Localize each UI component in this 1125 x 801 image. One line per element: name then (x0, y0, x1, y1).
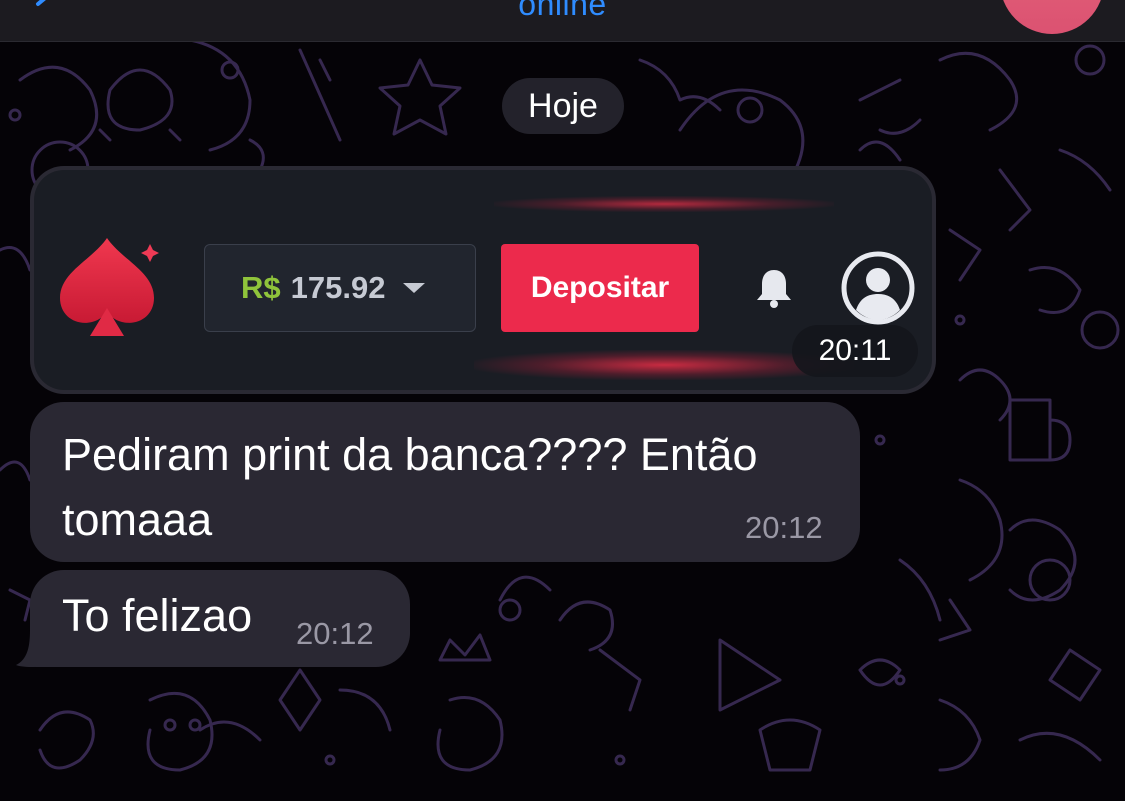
chat-screen: online Hoje R$ 175.92 Depositar 20:11 Pe… (0, 0, 1125, 801)
message-time: 20:11 (792, 325, 918, 377)
balance-amount: 175.92 (290, 270, 386, 305)
screenshot-image[interactable]: R$ 175.92 Depositar 20:11 (34, 170, 932, 390)
text-message[interactable]: To felizao 20:12 (30, 570, 410, 667)
contact-status: online (518, 0, 607, 22)
balance-dropdown[interactable]: R$ 175.92 (204, 244, 476, 332)
deposit-button[interactable]: Depositar (501, 244, 699, 332)
image-message[interactable]: R$ 175.92 Depositar 20:11 (30, 166, 936, 394)
date-separator: Hoje (502, 78, 624, 134)
text-message[interactable]: Pediram print da banca???? Então tomaaa … (30, 402, 860, 562)
message-text: To felizao (62, 590, 253, 641)
glow-decoration (494, 196, 834, 212)
caret-down-icon (403, 283, 426, 293)
bell-icon[interactable] (754, 266, 794, 308)
message-time: 20:12 (745, 510, 823, 545)
chat-header: online (0, 0, 1125, 42)
message-text: Pediram print da banca???? Então tomaaa (62, 429, 758, 545)
message-time: 20:12 (296, 616, 374, 651)
user-circle-icon[interactable] (840, 250, 916, 326)
spade-icon (60, 238, 159, 336)
contact-avatar[interactable] (1000, 0, 1104, 34)
currency-symbol: R$ (241, 270, 281, 305)
